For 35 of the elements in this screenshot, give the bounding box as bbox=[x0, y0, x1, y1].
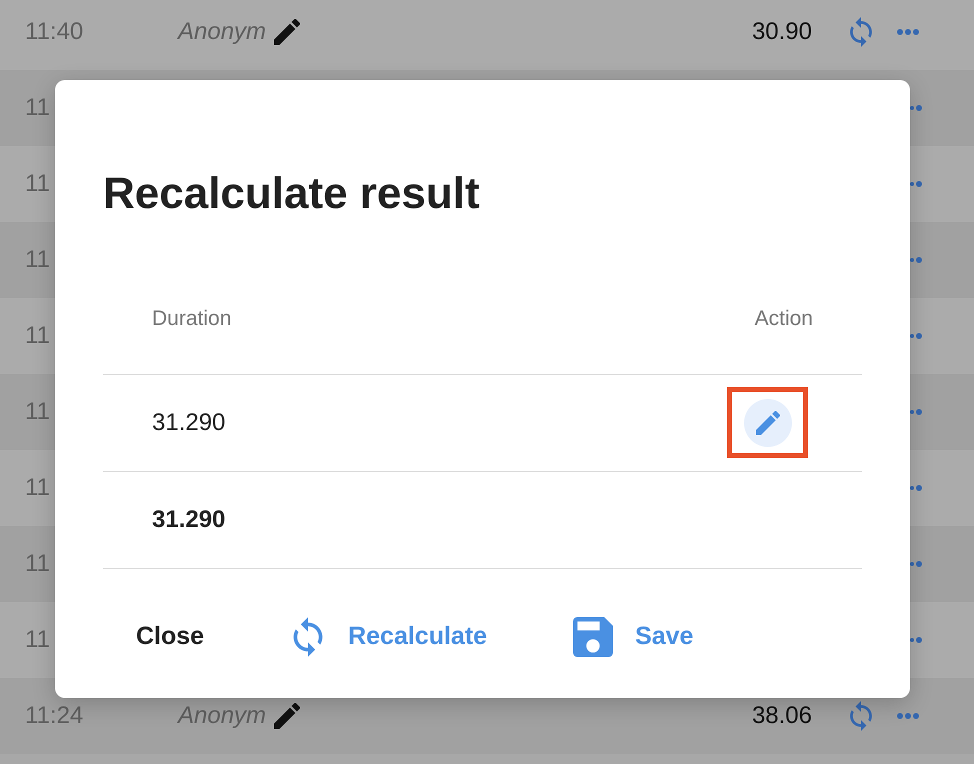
name-text: Anonym bbox=[178, 17, 266, 47]
name-text: Anonym bbox=[178, 701, 266, 731]
duration-text: 31.290 bbox=[152, 408, 226, 438]
time-text: 11 bbox=[25, 245, 50, 275]
time-text: 11:40 bbox=[25, 17, 84, 47]
recalculate-button[interactable]: Recalculate bbox=[290, 616, 488, 657]
time-text: 11:24 bbox=[25, 701, 84, 731]
more-icon[interactable] bbox=[910, 256, 922, 264]
time-text: 11 bbox=[25, 625, 50, 655]
close-button[interactable]: Close bbox=[136, 618, 204, 656]
pencil-icon bbox=[756, 410, 780, 435]
column-header: Duration bbox=[152, 306, 232, 332]
more-icon[interactable] bbox=[910, 104, 922, 112]
more-icon[interactable] bbox=[910, 560, 922, 568]
time-text: 11 bbox=[25, 93, 50, 123]
more-icon[interactable] bbox=[910, 332, 922, 340]
time-text: 11 bbox=[25, 473, 50, 503]
dialog-title: Recalculate result bbox=[103, 168, 481, 220]
column-header: Action bbox=[754, 306, 813, 332]
amount-text: 30.90 bbox=[752, 17, 812, 47]
amount-text: 38.06 bbox=[752, 701, 812, 731]
more-icon[interactable] bbox=[896, 712, 920, 720]
more-icon[interactable] bbox=[910, 636, 922, 644]
more-icon[interactable] bbox=[910, 180, 922, 188]
more-icon[interactable] bbox=[910, 408, 922, 416]
time-text: 11 bbox=[25, 549, 50, 579]
more-icon[interactable] bbox=[896, 28, 920, 36]
time-text: 11 bbox=[25, 321, 50, 351]
time-text: 11 bbox=[25, 397, 50, 427]
more-icon[interactable] bbox=[910, 484, 922, 492]
time-text: 11 bbox=[25, 169, 50, 199]
edit-icon[interactable] bbox=[274, 703, 300, 729]
save-button[interactable]: Save bbox=[573, 616, 694, 657]
duration-text: 31.290 bbox=[152, 504, 226, 535]
edit-icon[interactable] bbox=[274, 19, 300, 45]
